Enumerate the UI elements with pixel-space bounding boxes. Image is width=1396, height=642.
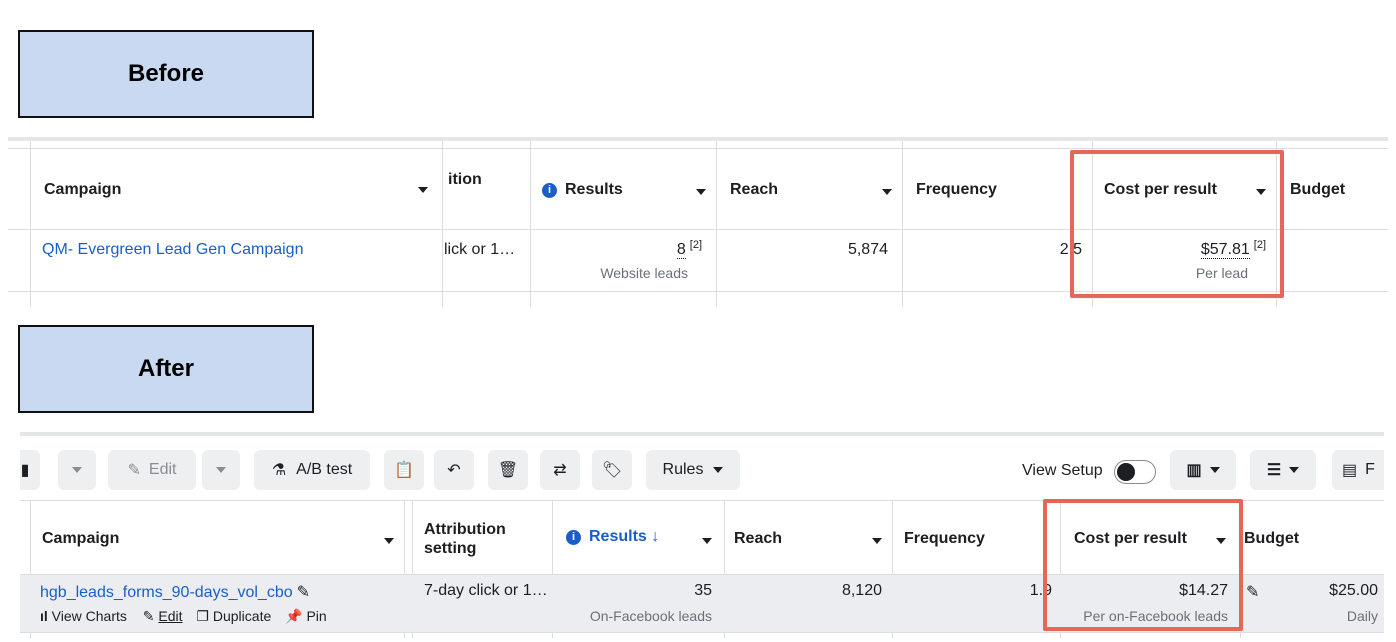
columns-icon: ▥ (1186, 462, 1202, 479)
breakdown-icon: ☰ (1266, 462, 1282, 479)
row-actions: ıl View Charts ✎ Edit ❐ Duplicate 📌 Pin (40, 608, 327, 625)
rules-button[interactable]: Rules (646, 450, 740, 490)
pencil-icon[interactable]: ✎ (1246, 582, 1259, 602)
duplicate-icon: ❐ (196, 608, 209, 624)
pencil-icon: ✎ (127, 462, 141, 479)
header-reach[interactable]: Reach (730, 181, 778, 199)
highlight-box (1070, 150, 1284, 298)
pencil-icon: ✎ (142, 608, 155, 624)
reports-button[interactable]: ▤ F (1332, 450, 1384, 490)
header-frequency[interactable]: Frequency (904, 530, 985, 548)
pin-icon: 📌 (285, 608, 303, 624)
after-label: After (18, 325, 314, 413)
info-icon: i (566, 530, 581, 545)
chevron-down-icon[interactable] (872, 538, 882, 544)
duplicate-link[interactable]: ❐ Duplicate (196, 608, 271, 624)
chevron-down-icon[interactable] (418, 187, 428, 193)
header-campaign[interactable]: Campaign (42, 530, 119, 548)
header-reach[interactable]: Reach (734, 530, 782, 548)
pencil-icon[interactable]: ✎ (297, 584, 310, 601)
chevron-down-icon[interactable] (702, 538, 712, 544)
flask-icon: ⚗ (271, 462, 287, 479)
header-results[interactable]: i Results (542, 181, 623, 199)
bar-chart-icon: ıl (40, 608, 48, 624)
pin-link[interactable]: 📌 Pin (285, 608, 327, 624)
breakdown-button[interactable]: ☰ (1250, 450, 1316, 490)
results-value: 35 (694, 582, 712, 599)
header-attribution[interactable]: ition (448, 171, 482, 189)
trash-icon[interactable]: 🗑 (488, 450, 528, 490)
columns-button[interactable]: ▥ (1170, 450, 1236, 490)
results-value: 8 [2] (676, 239, 702, 259)
dropdown-button[interactable] (58, 450, 96, 490)
header-campaign[interactable]: Campaign (44, 181, 121, 199)
before-label: Before (18, 30, 314, 118)
reach-value: 5,874 (847, 241, 888, 258)
undo-icon[interactable]: ↶ (434, 450, 474, 490)
frequency-value: 1.9 (1029, 582, 1052, 599)
frequency-value: 2.5 (1059, 241, 1082, 258)
header-frequency[interactable]: Frequency (916, 181, 997, 199)
view-setup-label: View Setup (1022, 462, 1103, 479)
campaign-link[interactable]: hgb_leads_forms_90-days_vol_cbo ✎ (40, 582, 310, 602)
edit-link[interactable]: ✎ Edit (143, 608, 183, 624)
budget-value: $25.00 (1329, 582, 1378, 599)
reports-icon: ▤ (1342, 462, 1358, 479)
highlight-box (1043, 499, 1243, 631)
duplicate-icon[interactable]: ▮ (20, 450, 40, 490)
edit-button[interactable]: ✎ Edit (108, 450, 196, 490)
chevron-down-icon[interactable] (696, 189, 706, 195)
budget-subtext: Daily (1346, 608, 1378, 624)
attribution-value: lick or 1… (444, 241, 516, 258)
ab-test-button[interactable]: ⚗ A/B test (254, 450, 370, 490)
chevron-down-icon[interactable] (882, 189, 892, 195)
results-subtext: Website leads (600, 265, 688, 281)
header-budget[interactable]: Budget (1290, 181, 1345, 199)
campaign-link[interactable]: QM- Evergreen Lead Gen Campaign (42, 241, 303, 259)
swap-icon[interactable]: ⇄ (540, 450, 580, 490)
tag-icon[interactable]: 🏷 (592, 450, 632, 490)
edit-dropdown-button[interactable] (202, 450, 240, 490)
header-budget[interactable]: Budget (1244, 530, 1299, 548)
info-icon: i (542, 183, 557, 198)
view-setup-toggle[interactable] (1114, 460, 1156, 484)
results-subtext: On-Facebook leads (589, 608, 712, 624)
attribution-value: 7-day click or 1… (424, 582, 548, 599)
reach-value: 8,120 (841, 582, 882, 599)
clipboard-icon[interactable]: 📋 (384, 450, 424, 490)
header-results[interactable]: i Results ↓ (566, 528, 659, 546)
view-charts-link[interactable]: ıl View Charts (40, 608, 127, 624)
chevron-down-icon[interactable] (384, 538, 394, 544)
header-attribution[interactable]: Attribution setting (424, 520, 544, 558)
